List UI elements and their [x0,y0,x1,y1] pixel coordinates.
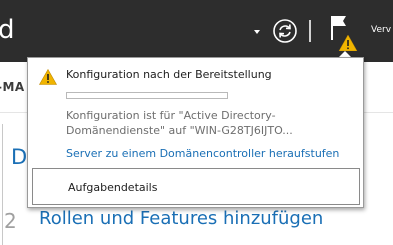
warning-icon [338,34,358,51]
partial-heading: D [11,145,28,169]
notification-title: Konfiguration nach der Bereitstellung [66,68,272,81]
notification-description: Konfiguration ist für "Active Directory-… [66,108,336,138]
step-number: 2 [4,209,17,233]
header-user-label[interactable]: Verv [371,25,391,35]
subheader-label: -MA [0,80,25,94]
add-roles-features-link[interactable]: Rollen und Features hinzufügen [39,208,323,229]
warning-icon [39,69,57,85]
panel-divider [2,124,3,245]
promote-domain-controller-link[interactable]: Server zu einem Domänencontroller herauf… [66,147,339,160]
task-details-label: Aufgabendetails [68,181,158,194]
refresh-icon[interactable] [272,18,298,44]
description-line-2: Domänendienste" auf "WIN-G28TJ6IJTO... [66,124,293,137]
task-details-button[interactable]: Aufgabendetails [32,168,360,205]
dropdown-arrow-icon[interactable] [254,30,260,34]
page-title: d [0,15,15,45]
notifications-flag-icon[interactable] [329,13,363,51]
deployment-progress-bar [66,92,228,99]
description-line-1: Konfiguration ist für "Active Directory- [66,109,276,122]
toolbar-separator [309,20,311,42]
server-manager-header: d Verv [0,0,393,62]
